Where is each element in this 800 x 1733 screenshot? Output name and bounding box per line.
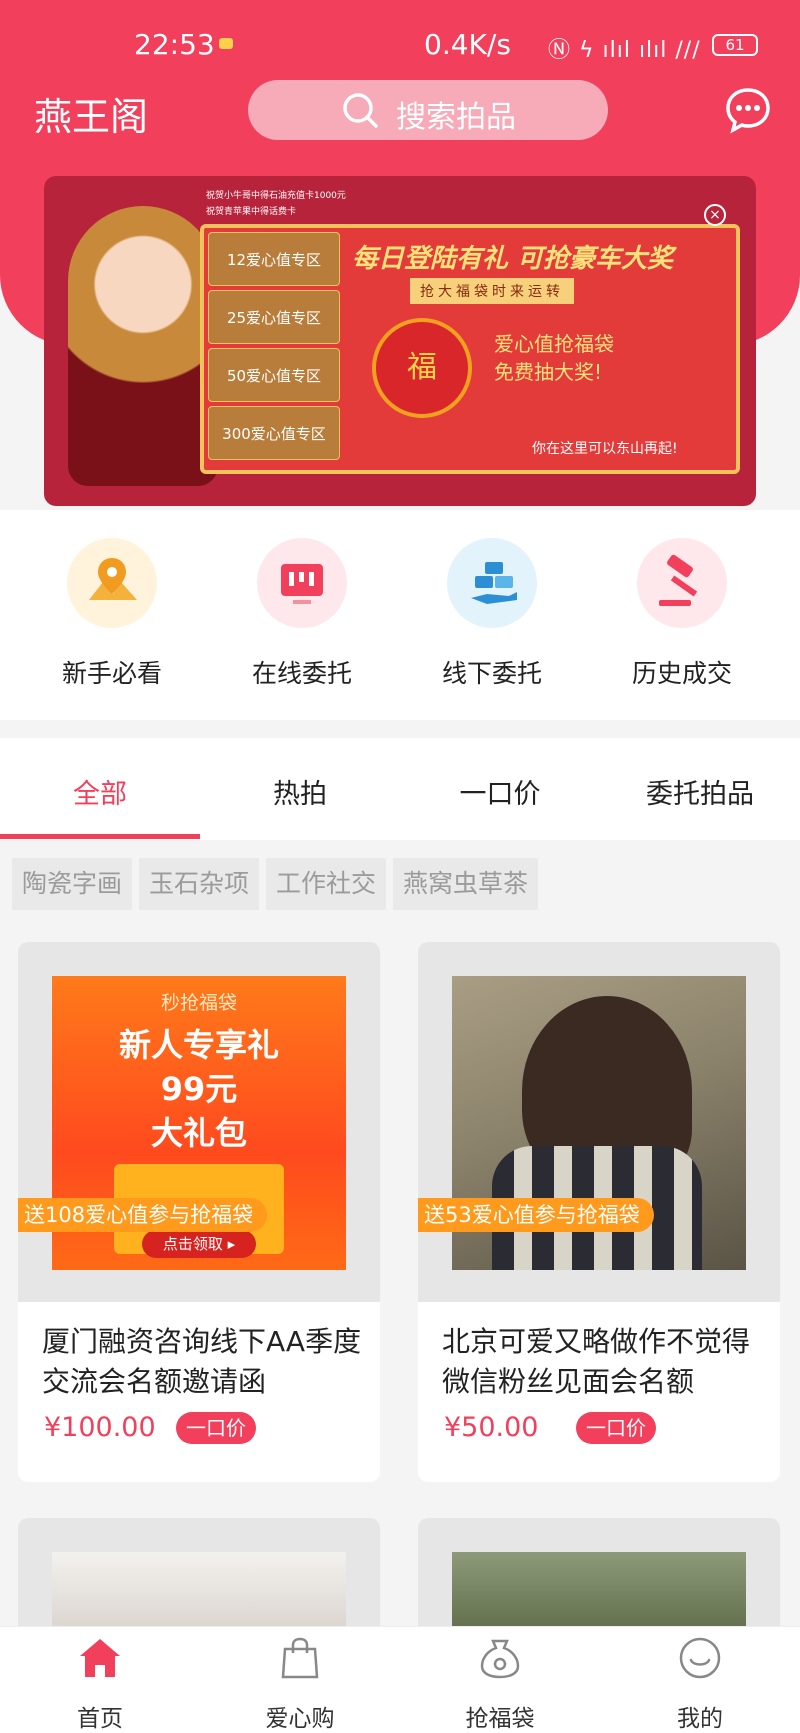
tabbar-label: 抢福袋: [465, 1706, 535, 1732]
product-card[interactable]: 秒抢福袋 新人专享礼 99元 大礼包 点击领取 ▸ 送108爱心值参与抢福袋 厦…: [18, 942, 380, 1482]
product-card[interactable]: [18, 1518, 380, 1638]
tabbar-profile[interactable]: 我的: [600, 1635, 800, 1733]
tab-all[interactable]: 全部: [0, 772, 200, 811]
tab-consignment[interactable]: 委托拍品: [600, 772, 800, 811]
auction-hammer-icon: [637, 538, 727, 628]
filter-chip[interactable]: 陶瓷字画: [12, 858, 133, 910]
product-title: 厦门融资咨询线下AA季度交流会名额邀请函: [42, 1325, 362, 1398]
notification-icon: [219, 38, 233, 49]
zone-item: 25爱心值专区: [208, 290, 340, 344]
active-tab-indicator: [0, 834, 200, 839]
battery-icon: 61: [712, 34, 758, 56]
profile-icon: [679, 1637, 721, 1679]
shopping-bag-icon: [281, 1637, 319, 1679]
category-tabs: 全部 热拍 一口价 委托拍品: [0, 738, 800, 840]
tabbar-label: 爱心购: [265, 1706, 335, 1732]
banner-subheadline: 抢大福袋时来运转: [410, 278, 574, 304]
quick-action-label: 线下委托: [441, 659, 542, 688]
promo-tag: 送53爱心值参与抢福袋: [418, 1198, 654, 1232]
news-line: 祝贺青苹果中得话费卡: [206, 207, 297, 217]
news-line: 祝贺小牛哥中得石油充值卡1000元: [206, 191, 346, 201]
quick-action-online[interactable]: 在线委托: [212, 538, 392, 690]
product-price: ¥50.00: [444, 1412, 539, 1443]
product-image-frame: [418, 1518, 780, 1638]
online-consign-icon: [257, 538, 347, 628]
offline-consign-icon: [447, 538, 537, 628]
filter-chip[interactable]: 燕窝虫草茶: [393, 858, 539, 910]
product-image-frame: 送53爱心值参与抢福袋: [418, 942, 780, 1302]
quick-action-label: 历史成交: [631, 659, 732, 688]
banner-news-ticker: 祝贺小牛哥中得石油充值卡1000元 祝贺青苹果中得话费卡: [206, 188, 346, 220]
promo-top-text: 秒抢福袋: [160, 992, 237, 1014]
banner-close-icon[interactable]: ×: [704, 204, 726, 226]
network-speed: 0.4K/s: [424, 28, 511, 61]
status-time: 22:53: [134, 28, 215, 61]
product-card[interactable]: 送53爱心值参与抢福袋 北京可爱又略做作不觉得微信粉丝见面会名额 ¥50.00 …: [418, 942, 780, 1482]
banner-panel: 12爱心值专区 25爱心值专区 50爱心值专区 300爱心值专区 每日登陆有礼 …: [200, 224, 740, 474]
fixed-price-badge: 一口价: [176, 1412, 256, 1444]
filter-chip[interactable]: 玉石杂项: [139, 858, 260, 910]
quick-action-label: 在线委托: [251, 659, 352, 688]
banner-footer: 你在这里可以东山再起!: [532, 441, 678, 457]
tabbar-lucky-bag[interactable]: 抢福袋: [400, 1635, 600, 1733]
fixed-price-badge: 一口价: [576, 1412, 656, 1444]
tabbar-label: 我的: [677, 1706, 723, 1732]
product-card[interactable]: [418, 1518, 780, 1638]
banner-promo-text: 爱心值抢福袋 免费抽大奖!: [494, 330, 614, 386]
promo-line: 免费抽大奖!: [494, 360, 603, 384]
search-bar[interactable]: 搜索拍品: [248, 80, 608, 140]
zone-item: 50爱心值专区: [208, 348, 340, 402]
quick-actions: 新手必看 在线委托 线下委托 历史成交: [0, 510, 800, 720]
zone-item: 12爱心值专区: [208, 232, 340, 286]
quick-action-label: 新手必看: [61, 659, 162, 688]
tabbar-shop[interactable]: 爱心购: [200, 1635, 400, 1733]
zone-item: 300爱心值专区: [208, 406, 340, 460]
claim-button[interactable]: 点击领取 ▸: [142, 1230, 256, 1258]
banner-character-image: [68, 206, 218, 486]
banner-zones: 12爱心值专区 25爱心值专区 50爱心值专区 300爱心值专区: [204, 228, 344, 470]
product-price: ¥100.00: [44, 1412, 156, 1443]
bottom-tab-bar: 首页 爱心购 抢福袋 我的: [0, 1626, 800, 1733]
promo-tag: 送108爱心值参与抢福袋: [18, 1198, 268, 1232]
tab-fixed-price[interactable]: 一口价: [400, 772, 600, 811]
filter-chip[interactable]: 工作社交: [266, 858, 387, 910]
banner-headline: 每日登陆有礼 可抢豪车大奖: [352, 244, 674, 274]
promo-banner[interactable]: 祝贺小牛哥中得石油充值卡1000元 祝贺青苹果中得话费卡 12爱心值专区 25爱…: [44, 176, 756, 506]
status-bar: 22:53 0.4K/s Ⓝ ϟ ılıl ılıl /// 61: [0, 0, 800, 86]
app-title: 燕王阁: [34, 95, 149, 139]
quick-action-guide[interactable]: 新手必看: [22, 538, 202, 690]
signal-icon: Ⓝ ϟ ılıl ılıl ///: [548, 38, 701, 63]
message-icon[interactable]: [724, 86, 772, 134]
search-placeholder: 搜索拍品: [396, 100, 516, 135]
promo-main-text: 99元: [160, 1070, 238, 1108]
home-icon: [80, 1639, 120, 1677]
search-icon: [343, 93, 378, 128]
quick-action-history[interactable]: 历史成交: [592, 538, 772, 690]
lucky-bag-icon: 福: [372, 318, 472, 418]
tabbar-home[interactable]: 首页: [0, 1635, 200, 1733]
promo-main-text: 新人专享礼: [118, 1026, 279, 1064]
product-image-frame: 秒抢福袋 新人专享礼 99元 大礼包 点击领取 ▸ 送108爱心值参与抢福袋: [18, 942, 380, 1302]
quick-action-offline[interactable]: 线下委托: [402, 538, 582, 690]
map-pin-icon: [67, 538, 157, 628]
product-image-frame: [18, 1518, 380, 1638]
promo-line: 爱心值抢福袋: [494, 332, 614, 356]
product-title: 北京可爱又略做作不觉得微信粉丝见面会名额: [442, 1325, 751, 1398]
tab-hot[interactable]: 热拍: [200, 772, 400, 811]
filter-chips: 陶瓷字画 玉石杂项 工作社交 燕窝虫草茶: [0, 840, 800, 940]
promo-main-text: 大礼包: [150, 1114, 247, 1152]
lucky-bag-icon: [480, 1639, 520, 1679]
tabbar-label: 首页: [77, 1706, 123, 1732]
